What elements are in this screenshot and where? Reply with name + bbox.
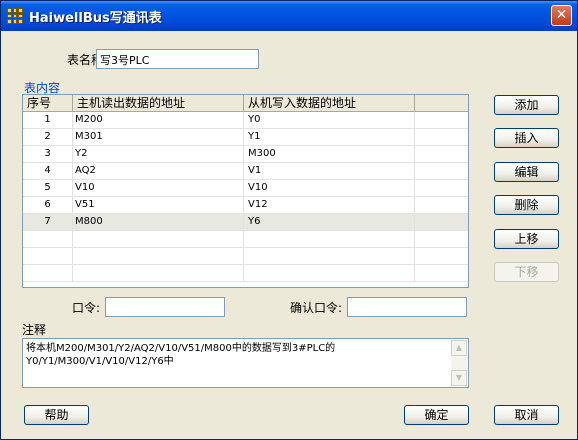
cell-index[interactable] xyxy=(23,231,73,247)
window-title: HaiwellBus写通讯表 xyxy=(29,11,162,26)
cell-index[interactable] xyxy=(23,265,73,281)
cell-slave-address[interactable]: Y1 xyxy=(244,129,415,145)
cell-index[interactable]: 4 xyxy=(23,163,73,179)
cell-extra[interactable] xyxy=(415,231,468,247)
cell-slave-address[interactable] xyxy=(244,265,415,281)
cell-index[interactable]: 5 xyxy=(23,180,73,196)
cell-extra[interactable] xyxy=(415,214,468,230)
cell-slave-address[interactable] xyxy=(244,248,415,264)
scroll-up-arrow-icon[interactable]: ▲ xyxy=(451,340,467,356)
cell-index[interactable]: 3 xyxy=(23,146,73,162)
cell-extra[interactable] xyxy=(415,265,468,281)
cell-extra[interactable] xyxy=(415,146,468,162)
cell-slave-address[interactable]: V1 xyxy=(244,163,415,179)
cell-master-address[interactable] xyxy=(73,265,244,281)
cell-extra[interactable] xyxy=(415,197,468,213)
cell-master-address[interactable] xyxy=(73,248,244,264)
cell-master-address[interactable]: M200 xyxy=(73,112,244,128)
table-row[interactable]: 7 M800 Y6 xyxy=(23,214,468,231)
column-header-slave-write-address[interactable]: 从机写入数据的地址 xyxy=(244,95,415,111)
cell-extra[interactable] xyxy=(415,129,468,145)
password-input[interactable] xyxy=(105,297,225,317)
column-header-extra[interactable] xyxy=(415,95,468,111)
cancel-button[interactable]: 取消 xyxy=(494,405,559,425)
title-bar[interactable]: HaiwellBus写通讯表 ✕ xyxy=(1,1,577,31)
cell-index[interactable]: 2 xyxy=(23,129,73,145)
grid-app-icon xyxy=(7,8,23,24)
move-up-button[interactable]: 上移 xyxy=(494,229,559,249)
add-button[interactable]: 添加 xyxy=(494,95,559,115)
cell-extra[interactable] xyxy=(415,248,468,264)
table-row[interactable] xyxy=(23,265,468,282)
notes-line: Y0/Y1/M300/V1/V10/V12/Y6中 xyxy=(26,356,174,367)
table-row[interactable]: 1 M200 Y0 xyxy=(23,112,468,129)
notes-textarea[interactable]: 将本机M200/M301/Y2/AQ2/V10/V51/M800中的数据写到3#… xyxy=(22,338,469,388)
notes-line: 将本机M200/M301/Y2/AQ2/V10/V51/M800中的数据写到3#… xyxy=(26,343,336,354)
cell-extra[interactable] xyxy=(415,180,468,196)
insert-button[interactable]: 插入 xyxy=(494,128,559,148)
confirm-password-input[interactable] xyxy=(347,297,467,317)
cell-slave-address[interactable] xyxy=(244,231,415,247)
column-header-index[interactable]: 序号 xyxy=(23,95,73,111)
table-row[interactable] xyxy=(23,231,468,248)
cell-master-address[interactable] xyxy=(73,231,244,247)
cell-slave-address[interactable]: Y6 xyxy=(244,214,415,230)
table-row[interactable]: 4 AQ2 V1 xyxy=(23,163,468,180)
confirm-password-label: 确认口令: xyxy=(290,301,343,315)
edit-button[interactable]: 编辑 xyxy=(494,162,559,182)
cell-slave-address[interactable]: V10 xyxy=(244,180,415,196)
cell-index[interactable]: 1 xyxy=(23,112,73,128)
cell-master-address[interactable]: AQ2 xyxy=(73,163,244,179)
cell-slave-address[interactable]: V12 xyxy=(244,197,415,213)
help-button[interactable]: 帮助 xyxy=(24,405,89,425)
table-row[interactable]: 6 V51 V12 xyxy=(23,197,468,214)
notes-scrollbar[interactable]: ▲ ▼ xyxy=(451,340,467,386)
table-header: 序号 主机读出数据的地址 从机写入数据的地址 xyxy=(23,95,468,112)
cell-extra[interactable] xyxy=(415,112,468,128)
cell-index[interactable]: 6 xyxy=(23,197,73,213)
column-header-master-read-address[interactable]: 主机读出数据的地址 xyxy=(73,95,244,111)
cell-master-address[interactable]: V10 xyxy=(73,180,244,196)
password-label: 口令: xyxy=(72,301,101,315)
table-name-input[interactable]: 写3号PLC xyxy=(96,49,259,69)
cell-index[interactable] xyxy=(23,248,73,264)
cell-master-address[interactable]: Y2 xyxy=(73,146,244,162)
table-row[interactable]: 5 V10 V10 xyxy=(23,180,468,197)
table-row[interactable]: 2 M301 Y1 xyxy=(23,129,468,146)
close-icon[interactable]: ✕ xyxy=(551,5,572,26)
cell-master-address[interactable]: V51 xyxy=(73,197,244,213)
cell-extra[interactable] xyxy=(415,163,468,179)
table-row[interactable] xyxy=(23,248,468,265)
scroll-down-arrow-icon[interactable]: ▼ xyxy=(451,370,467,386)
cell-index[interactable]: 7 xyxy=(23,214,73,230)
address-table[interactable]: 序号 主机读出数据的地址 从机写入数据的地址 1 M200 Y0 2 M301 Y1 3 Y2… xyxy=(22,94,469,288)
ok-button[interactable]: 确定 xyxy=(404,405,469,425)
dialog-window: HaiwellBus写通讯表 ✕ 表名称: 写3号PLC 表内容 序号 主机读出… xyxy=(0,0,578,440)
table-row[interactable]: 3 Y2 M300 xyxy=(23,146,468,163)
delete-button[interactable]: 删除 xyxy=(494,195,559,215)
notes-label: 注释 xyxy=(22,323,47,337)
cell-master-address[interactable]: M301 xyxy=(73,129,244,145)
cell-slave-address[interactable]: Y0 xyxy=(244,112,415,128)
cell-slave-address[interactable]: M300 xyxy=(244,146,415,162)
cell-master-address[interactable]: M800 xyxy=(73,214,244,230)
move-down-button[interactable]: 下移 xyxy=(494,262,559,282)
